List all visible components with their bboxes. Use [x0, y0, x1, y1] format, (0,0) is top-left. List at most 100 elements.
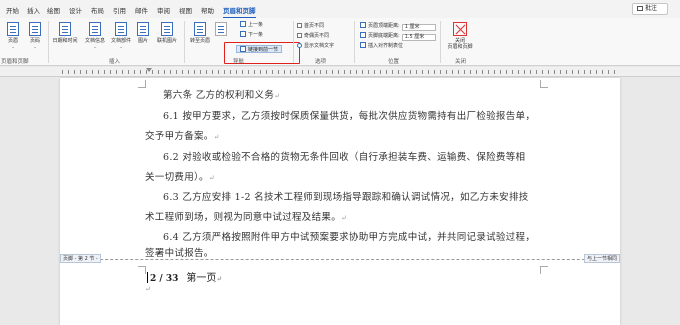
group-label-navigation: 导航	[233, 59, 245, 65]
margin-corner-mark	[540, 266, 548, 274]
paragraph-line: 6.4 乙方须严格按照附件甲方中试预案要求协助甲方完成中试，并共同记录试验过程，	[163, 229, 563, 243]
link-icon	[240, 46, 246, 52]
paragraph-line: 交予甲方备案。↵	[145, 128, 545, 142]
tab-references[interactable]: 引用	[113, 5, 126, 15]
online-picture-button[interactable]: 联机图片	[153, 22, 181, 44]
online-picture-label: 联机图片	[156, 38, 177, 44]
heading-text: 第六条 乙方的权利和义务	[163, 90, 275, 101]
tab-header-footer[interactable]: 页眉和页脚	[223, 5, 256, 18]
document-page[interactable]: 第六条 乙方的权利和义务↵ 6.1 按甲方要求，乙方须按时保质保量供货，每批次供…	[60, 78, 620, 325]
p3-line2: 术工程师到场，则视为同意中试过程及结果。	[145, 212, 342, 223]
align-tab-icon	[360, 42, 366, 48]
online-picture-icon	[161, 22, 173, 36]
tab-help[interactable]: 帮助	[201, 5, 214, 15]
chevron-down-icon: ⌄	[93, 44, 97, 49]
arrow-up-icon	[240, 21, 246, 27]
ribbon: 页眉 ⌄ 页码 ⌄ 页眉和页脚 日期和时间 文档信息 ⌄ 文档部件 ⌄ 图片 联…	[0, 18, 680, 66]
diff-odd-even-label: 奇偶页不同	[304, 33, 330, 39]
tab-draw[interactable]: 绘图	[47, 5, 60, 15]
indent-marker[interactable]	[146, 68, 152, 72]
group-separator	[293, 21, 294, 63]
insert-align-tab-button[interactable]: 插入对齐制表位	[360, 42, 403, 50]
goto-header-icon	[194, 22, 206, 36]
paragraph-line: 关一切费用）。↵	[145, 169, 545, 183]
diff-first-label: 首页不同	[304, 23, 325, 29]
date-time-label: 日期和时间	[52, 38, 78, 44]
group-separator	[48, 21, 49, 63]
footer-separator	[60, 259, 620, 260]
tab-layout[interactable]: 布局	[91, 5, 104, 15]
footer-bottom-label: 页脚底端距离:	[368, 33, 400, 39]
p4-line2: 签署中试报告。	[145, 248, 214, 259]
header-icon	[7, 22, 19, 36]
date-time-button[interactable]: 日期和时间	[50, 22, 80, 44]
text-cursor	[147, 272, 148, 283]
paragraph-mark: ↵	[274, 92, 281, 100]
show-doc-text-checkbox[interactable]: 显示文档文字	[297, 42, 334, 50]
previous-label: 上一条	[248, 22, 264, 28]
previous-button[interactable]: 上一条	[240, 21, 263, 29]
picture-label: 图片	[137, 38, 148, 44]
doc-info-button[interactable]: 文档信息 ⌄	[82, 22, 108, 50]
p1-line2: 交予甲方备案。	[145, 131, 214, 142]
group-label-close: 关闭	[455, 59, 467, 65]
group-label-options: 选项	[315, 59, 327, 65]
paragraph-mark: ↵	[145, 285, 152, 293]
doc-info-icon	[89, 22, 101, 36]
checkbox-checked-icon	[297, 43, 302, 48]
footer-distance-icon	[360, 32, 366, 38]
diff-odd-even-checkbox[interactable]: 奇偶页不同	[297, 32, 329, 40]
chevron-down-icon: ⌄	[11, 44, 15, 49]
page-number-button[interactable]: 页码 ⌄	[26, 22, 44, 50]
close-label-line2: 页眉和页脚	[447, 44, 473, 50]
footer-section-tag: 页脚 - 第 2 节 -	[60, 254, 101, 263]
header-top-distance: 页眉顶端距离: 1 厘米	[360, 22, 436, 31]
paragraph-line: 6.2 对验收或检验不合格的货物无条件回收（自行承担装车费、运输费、保险费等相	[163, 149, 563, 163]
tab-home[interactable]: 开始	[6, 5, 19, 15]
footer-bottom-distance: 页脚底端距离: 1.5 厘米	[360, 32, 436, 41]
goto-header-label: 转至页眉	[189, 38, 210, 44]
paragraph-mark: ↵	[216, 274, 223, 283]
group-separator	[184, 21, 185, 63]
header-top-label: 页眉顶端距离:	[368, 23, 400, 29]
picture-button[interactable]: 图片	[135, 22, 151, 44]
section-heading: 第六条 乙方的权利和义务↵	[163, 87, 563, 101]
diff-first-page-checkbox[interactable]: 首页不同	[297, 22, 324, 30]
paragraph-mark: ↵	[213, 133, 220, 141]
arrow-down-icon	[240, 31, 246, 37]
group-separator	[440, 21, 441, 63]
tab-insert[interactable]: 插入	[27, 5, 40, 15]
chevron-down-icon: ⌄	[33, 44, 37, 49]
page-number-icon	[29, 22, 41, 36]
doc-parts-icon	[115, 22, 127, 36]
show-doc-text-label: 显示文档文字	[304, 43, 335, 49]
goto-footer-icon	[215, 22, 227, 36]
goto-header-button[interactable]: 转至页眉	[187, 22, 213, 44]
comment-button[interactable]: 批注	[632, 3, 668, 15]
tab-view[interactable]: 视图	[179, 5, 192, 15]
close-header-footer-button[interactable]: 关闭 页眉和页脚	[443, 22, 477, 50]
paragraph-line: 6.3 乙方应安排 1-2 名技术工程师到现场指导跟踪和确认调试情况，如乙方未安…	[163, 189, 563, 203]
link-to-previous-button[interactable]: 链接到前一节	[236, 45, 283, 53]
tab-design[interactable]: 设计	[69, 5, 82, 15]
ribbon-tab-bar: 开始 插入 绘图 设计 布局 引用 邮件 审阅 视图 帮助 页眉和页脚 批注	[0, 0, 680, 18]
next-button[interactable]: 下一条	[240, 31, 263, 39]
tab-review[interactable]: 审阅	[157, 5, 170, 15]
comment-icon	[637, 6, 643, 11]
chevron-down-icon: ⌄	[119, 44, 123, 49]
footer-page-number[interactable]: 2 / 33 第一页↵	[147, 269, 222, 284]
checkbox-icon	[297, 23, 302, 28]
header-distance-icon	[360, 22, 366, 28]
tab-mailings[interactable]: 邮件	[135, 5, 148, 15]
goto-footer-button[interactable]	[215, 22, 227, 38]
p1-line1: 6.1 按甲方要求，乙方须按时保质保量供货，每批次供应货物需持有出厂检验报告单，	[163, 111, 536, 122]
header-button[interactable]: 页眉 ⌄	[4, 22, 22, 50]
footer-bottom-input[interactable]: 1.5 厘米	[401, 34, 436, 41]
same-as-previous-tag: 与上一节相同	[583, 254, 620, 263]
paragraph-line: 6.1 按甲方要求，乙方须按时保质保量供货，每批次供应货物需持有出厂检验报告单，	[163, 108, 563, 122]
next-label: 下一条	[248, 32, 264, 38]
group-separator	[354, 21, 355, 63]
doc-parts-button[interactable]: 文档部件 ⌄	[108, 22, 134, 50]
horizontal-ruler[interactable]	[0, 67, 680, 77]
header-top-input[interactable]: 1 厘米	[401, 24, 436, 31]
